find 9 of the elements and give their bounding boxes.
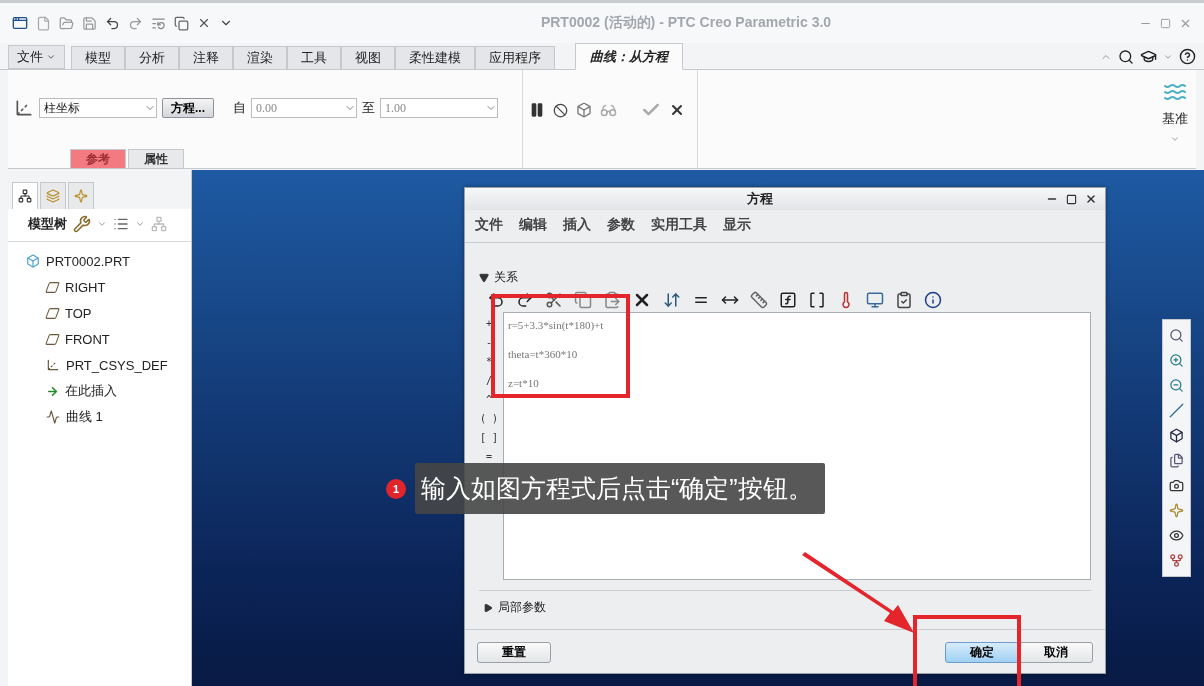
to-label: 至 <box>362 99 375 117</box>
window-title: PRT0002 (活动的) - PTC Creo Parametric 3.0 <box>539 14 833 32</box>
equation-line: r=5+3.3*sin(t*180)+t <box>508 319 605 331</box>
equation-line: z=t*10 <box>508 377 540 389</box>
from-label: 自 <box>233 99 246 117</box>
instruction-tooltip: 输入如图方程式后点击“确定”按钮。 <box>415 463 825 514</box>
dialog-title: 方程 <box>746 191 773 206</box>
equation-line: theta=t*360*10 <box>508 348 579 360</box>
model-tree-label: 模型树 <box>28 215 67 233</box>
